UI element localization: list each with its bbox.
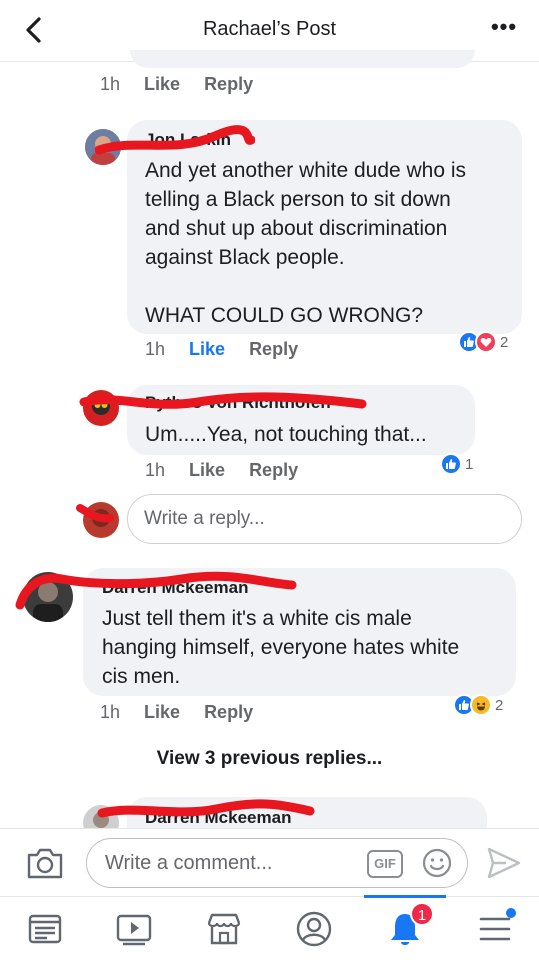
- send-icon[interactable]: [486, 845, 522, 881]
- like-button[interactable]: Like: [144, 702, 180, 723]
- reply-button[interactable]: Reply: [204, 74, 253, 95]
- comment-text: Um.....Yea, not touching that...: [145, 423, 427, 446]
- reply-input[interactable]: Write a reply...: [127, 494, 522, 544]
- view-previous-replies-link[interactable]: View 3 previous replies...: [0, 748, 539, 770]
- like-reaction-icon: [440, 453, 462, 475]
- avatar[interactable]: [23, 572, 73, 622]
- like-button[interactable]: Like: [189, 339, 225, 360]
- avatar[interactable]: [83, 390, 119, 426]
- watch-video-icon[interactable]: [110, 905, 158, 953]
- comment-time: 1h: [100, 702, 121, 722]
- comment-author[interactable]: Pythos Von Richthofen: [145, 393, 331, 413]
- reply-button[interactable]: Reply: [249, 460, 298, 481]
- more-options-icon[interactable]: •••: [487, 14, 521, 44]
- reaction-count: 2: [500, 333, 509, 351]
- gif-button[interactable]: GIF: [367, 850, 403, 878]
- page-title: Rachael’s Post: [202, 18, 337, 40]
- reaction-summary[interactable]: 1: [440, 453, 473, 475]
- comment-actions: 1h Like Reply: [100, 702, 253, 723]
- active-tab-indicator: [364, 895, 446, 898]
- bottom-navigation: [0, 895, 539, 960]
- comment-author[interactable]: Darren Mckeeman: [102, 578, 248, 598]
- reply-button[interactable]: Reply: [204, 702, 253, 723]
- like-button[interactable]: Like: [144, 74, 180, 95]
- comment-time: 1h: [145, 339, 166, 359]
- haha-reaction-icon: [470, 694, 492, 716]
- notification-badge: 1: [410, 902, 434, 926]
- comment-composer: Write a comment... GIF: [0, 828, 539, 896]
- like-button[interactable]: Like: [189, 460, 225, 481]
- comment-actions: 1h Like Reply: [100, 74, 253, 95]
- avatar-image-icon: [83, 390, 119, 426]
- reply-button[interactable]: Reply: [249, 339, 298, 360]
- reaction-count: 2: [495, 696, 504, 714]
- marketplace-icon[interactable]: [200, 905, 248, 953]
- emoji-icon[interactable]: [421, 847, 453, 879]
- comment-text: Just tell them it's a white cis male han…: [102, 607, 460, 688]
- comment-text: And yet another white dude who is tellin…: [145, 159, 467, 327]
- comment-time: 1h: [145, 460, 166, 480]
- comment-actions: 1h Like Reply: [145, 460, 298, 481]
- comment-author[interactable]: Jon Larkin: [145, 130, 231, 150]
- profile-icon[interactable]: [290, 905, 338, 953]
- comment-placeholder: Write a comment...: [105, 852, 273, 874]
- news-feed-icon[interactable]: [21, 905, 69, 953]
- avatar-image-icon: [83, 502, 119, 538]
- reaction-count: 1: [465, 455, 474, 473]
- love-reaction-icon: [475, 331, 497, 353]
- comment-actions: 1h Like Reply: [145, 339, 298, 360]
- reaction-summary[interactable]: 2: [458, 331, 508, 353]
- avatar-image-icon: [85, 129, 121, 165]
- previous-comment-bubble: [130, 50, 475, 68]
- avatar: [83, 502, 119, 538]
- comment-input[interactable]: Write a comment... GIF: [86, 838, 468, 888]
- avatar-image-icon: [23, 572, 73, 622]
- comment-author[interactable]: Darren Mckeeman: [145, 808, 291, 828]
- comment-time: 1h: [100, 74, 121, 94]
- avatar[interactable]: [85, 129, 121, 165]
- menu-update-dot: [506, 908, 516, 918]
- reaction-summary[interactable]: 2: [453, 694, 503, 716]
- camera-icon[interactable]: [26, 846, 64, 880]
